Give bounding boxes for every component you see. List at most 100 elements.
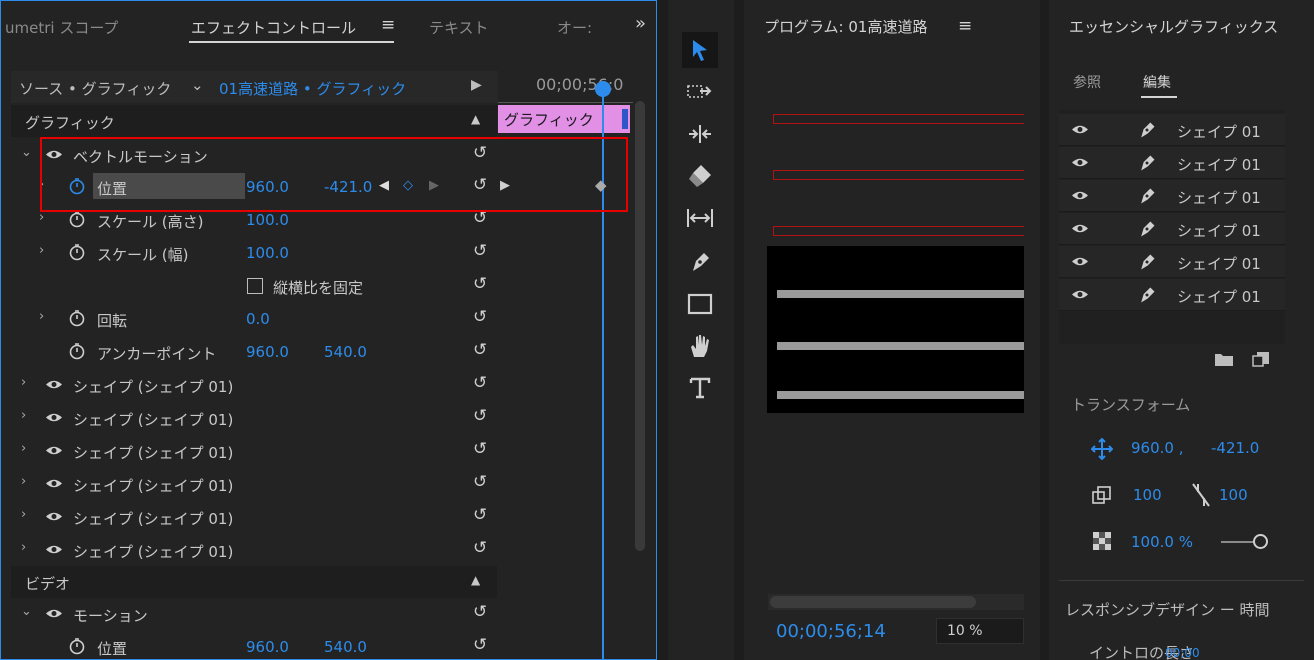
scale-width-value[interactable]: 100 — [1219, 486, 1248, 504]
reset-icon[interactable]: ↺ — [473, 635, 487, 655]
tab-audio[interactable]: オー: — [557, 17, 592, 38]
chevron-down-icon[interactable]: ⌄ — [191, 76, 204, 94]
reset-icon[interactable]: ↺ — [473, 439, 487, 459]
eye-icon[interactable] — [1071, 289, 1089, 300]
stopwatch-icon[interactable] — [69, 309, 85, 327]
zoom-scrollbar-track[interactable] — [768, 594, 1024, 610]
layer-item[interactable]: シェイプ 01 — [1059, 279, 1285, 311]
stopwatch-icon[interactable] — [69, 210, 85, 228]
hand-tool[interactable] — [682, 328, 718, 364]
play-only-icon[interactable]: ▶ — [471, 77, 482, 93]
selection-tool[interactable] — [682, 32, 718, 68]
chevron-right-icon[interactable]: › — [21, 507, 26, 522]
eye-icon[interactable] — [45, 544, 63, 555]
rectangle-tool[interactable] — [682, 286, 718, 322]
anchor-point-row[interactable]: アンカーポイント 960.0 540.0 ↺ — [11, 336, 497, 368]
chevron-right-icon[interactable]: › — [21, 540, 26, 555]
scale-height-value[interactable]: 100.0 — [246, 211, 289, 229]
new-layer-icon[interactable] — [1251, 350, 1271, 368]
stopwatch-icon[interactable] — [69, 243, 85, 261]
stopwatch-icon[interactable] — [69, 637, 85, 655]
playhead-handle[interactable] — [595, 81, 611, 97]
scale-value[interactable]: 100 — [1133, 486, 1162, 504]
eye-icon[interactable] — [1071, 256, 1089, 267]
chevron-right-icon[interactable]: › — [21, 474, 26, 489]
reset-icon[interactable]: ↺ — [473, 602, 487, 622]
layer-item[interactable]: シェイプ 01 — [1059, 213, 1285, 245]
reset-icon[interactable]: ↺ — [473, 241, 487, 261]
position-y-value[interactable]: -421.0 — [1211, 439, 1259, 457]
reset-icon[interactable]: ↺ — [473, 538, 487, 558]
reset-icon[interactable]: ↺ — [473, 274, 487, 294]
program-timecode[interactable]: 00;00;56;14 — [776, 621, 886, 642]
eye-icon[interactable] — [45, 511, 63, 522]
track-select-tool[interactable] — [682, 74, 718, 110]
reset-icon[interactable]: ↺ — [473, 406, 487, 426]
motion-row[interactable]: ⌄ モーション ↺ — [11, 598, 497, 630]
stopwatch-icon[interactable] — [69, 342, 85, 360]
reset-icon[interactable]: ↺ — [473, 340, 487, 360]
chevron-right-icon[interactable]: › — [21, 408, 26, 423]
sequence-clip-dropdown[interactable]: 01高速道路 • グラフィック — [219, 78, 406, 99]
reset-icon[interactable]: ↺ — [473, 307, 487, 327]
eye-icon[interactable] — [45, 445, 63, 456]
chevron-right-icon[interactable]: › — [39, 243, 44, 258]
reset-icon[interactable]: ↺ — [473, 373, 487, 393]
shape-row[interactable]: › シェイプ (シェイプ 01) ↺ — [11, 435, 497, 467]
motion-position-y-value[interactable]: 540.0 — [324, 638, 367, 656]
scale-width-value[interactable]: 100.0 — [246, 244, 289, 262]
section-header-video[interactable]: ビデオ ▲ — [11, 566, 497, 598]
clip-bar[interactable]: グラフィック — [498, 105, 630, 133]
zoom-level-select[interactable]: 10 % — [936, 618, 1024, 644]
eye-icon[interactable] — [45, 379, 63, 390]
uniform-scale-checkbox[interactable] — [247, 278, 263, 294]
reset-icon[interactable]: ↺ — [473, 505, 487, 525]
panel-menu-icon[interactable]: ≡ — [381, 15, 395, 35]
layer-item[interactable]: シェイプ 01 — [1059, 114, 1285, 146]
layer-item[interactable]: シェイプ 01 — [1059, 147, 1285, 179]
overflow-icon[interactable]: » — [635, 13, 646, 34]
razor-tool[interactable] — [682, 158, 718, 194]
tab-lumetri-scopes[interactable]: umetri スコープ — [5, 17, 118, 38]
scrollbar[interactable] — [635, 101, 645, 551]
chevron-right-icon[interactable]: › — [39, 309, 44, 324]
video-canvas[interactable] — [767, 246, 1024, 413]
opacity-value[interactable]: 100.0 % — [1131, 533, 1193, 551]
zoom-scrollbar-thumb[interactable] — [770, 596, 976, 608]
clip-end-handle[interactable] — [622, 109, 628, 129]
shape-row[interactable]: › シェイプ (シェイプ 01) ↺ — [11, 468, 497, 500]
rotation-value[interactable]: 0.0 — [246, 310, 270, 328]
shape-row[interactable]: › シェイプ (シェイプ 01) ↺ — [11, 501, 497, 533]
eye-icon[interactable] — [1071, 157, 1089, 168]
shape-row[interactable]: › シェイプ (シェイプ 01) ↺ — [11, 534, 497, 566]
chevron-right-icon[interactable]: › — [21, 441, 26, 456]
ripple-edit-tool[interactable] — [682, 116, 718, 152]
layer-item[interactable]: シェイプ 01 — [1059, 180, 1285, 212]
collapse-icon[interactable]: ▲ — [471, 573, 480, 587]
slip-tool[interactable] — [682, 200, 718, 236]
panel-menu-icon[interactable]: ≡ — [958, 16, 972, 36]
intro-length-value[interactable]: 00;00 — [1165, 646, 1200, 660]
eye-icon[interactable] — [45, 478, 63, 489]
opacity-slider-track[interactable] — [1221, 541, 1257, 543]
chevron-down-icon[interactable]: ⌄ — [21, 145, 32, 160]
pen-tool[interactable] — [682, 244, 718, 280]
unlink-icon[interactable] — [1191, 482, 1211, 508]
shape-row[interactable]: › シェイプ (シェイプ 01) ↺ — [11, 369, 497, 401]
tab-text[interactable]: テキスト — [429, 17, 489, 38]
anchor-y-value[interactable]: 540.0 — [324, 343, 367, 361]
eye-icon[interactable] — [45, 412, 63, 423]
layer-item[interactable]: シェイプ 01 — [1059, 246, 1285, 278]
eye-icon[interactable] — [45, 608, 63, 619]
position-x-value[interactable]: 960.0 , — [1131, 439, 1183, 457]
type-tool[interactable] — [682, 370, 718, 406]
chevron-right-icon[interactable]: › — [21, 375, 26, 390]
tab-edit[interactable]: 編集 — [1143, 72, 1171, 92]
shape-row[interactable]: › シェイプ (シェイプ 01) ↺ — [11, 402, 497, 434]
eye-icon[interactable] — [1071, 223, 1089, 234]
tab-effect-controls[interactable]: エフェクトコントロール — [191, 17, 356, 38]
eye-icon[interactable] — [1071, 124, 1089, 135]
section-header-graphic[interactable]: グラフィック ▲ — [11, 105, 497, 137]
motion-position-x-value[interactable]: 960.0 — [246, 638, 289, 656]
tab-browse[interactable]: 参照 — [1073, 72, 1101, 92]
